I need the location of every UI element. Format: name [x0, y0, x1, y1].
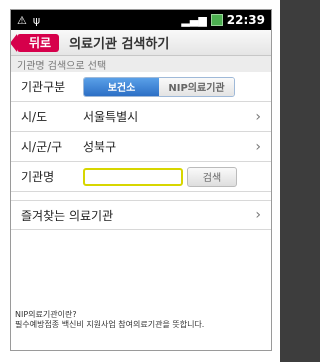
institution-type-label: 기관구분: [21, 80, 66, 94]
option-nip-institution[interactable]: NIP의료기관: [159, 77, 234, 96]
institution-name-label: 기관명: [21, 170, 55, 184]
footer-note: NIP의료기관이란? 필수예방접종 백신비 지원사업 참여의료기관을 뜻합니다.: [15, 310, 267, 330]
favorites-row[interactable]: 즐겨찾는 의료기관 ›: [11, 200, 271, 230]
chevron-right-icon: ›: [255, 207, 261, 223]
footer-description: 필수예방접종 백신비 지원사업 참여의료기관을 뜻합니다.: [15, 320, 205, 329]
footer-title: NIP의료기관이란?: [15, 310, 77, 319]
institution-type-row: 기관구분 보건소 NIP의료기관: [11, 72, 271, 102]
city-value: 서울특별시: [83, 110, 139, 124]
alert-icon: ⚠: [17, 13, 27, 27]
chevron-right-icon: ›: [255, 108, 261, 125]
battery-icon: [210, 14, 223, 26]
usb-icon: ψ: [32, 13, 41, 27]
title-bar: 뒤로 의료기관 검색하기: [11, 30, 271, 56]
district-label: 시/군/구: [21, 140, 63, 154]
signal-icon: ▂▄▆: [181, 13, 207, 27]
institution-name-input[interactable]: [83, 167, 183, 186]
search-button[interactable]: 검색: [187, 166, 237, 187]
device-frame: ⚠ ψ ▂▄▆ 22:39 뒤로 의료기관 검색하기 기관명 검색으로 선택 기…: [0, 0, 280, 362]
district-value: 성북구: [83, 140, 117, 154]
option-public-health-center[interactable]: 보건소: [84, 77, 159, 96]
favorites-label: 즐겨찾는 의료기관: [21, 208, 114, 223]
institution-name-row: 기관명 검색: [11, 162, 271, 192]
city-label: 시/도: [21, 110, 48, 124]
page-title: 의료기관 검색하기: [69, 37, 170, 52]
district-row[interactable]: 시/군/구 성북구 ›: [11, 132, 271, 162]
section-header: 기관명 검색으로 선택: [11, 56, 271, 72]
city-row[interactable]: 시/도 서울특별시 ›: [11, 102, 271, 132]
clock: 22:39: [226, 13, 265, 27]
chevron-right-icon: ›: [255, 138, 261, 155]
status-bar: ⚠ ψ ▂▄▆ 22:39: [11, 10, 271, 30]
back-button[interactable]: 뒤로: [11, 33, 60, 52]
phone-screen: ⚠ ψ ▂▄▆ 22:39 뒤로 의료기관 검색하기 기관명 검색으로 선택 기…: [10, 9, 272, 351]
institution-type-segmented-control: 보건소 NIP의료기관: [83, 76, 235, 97]
